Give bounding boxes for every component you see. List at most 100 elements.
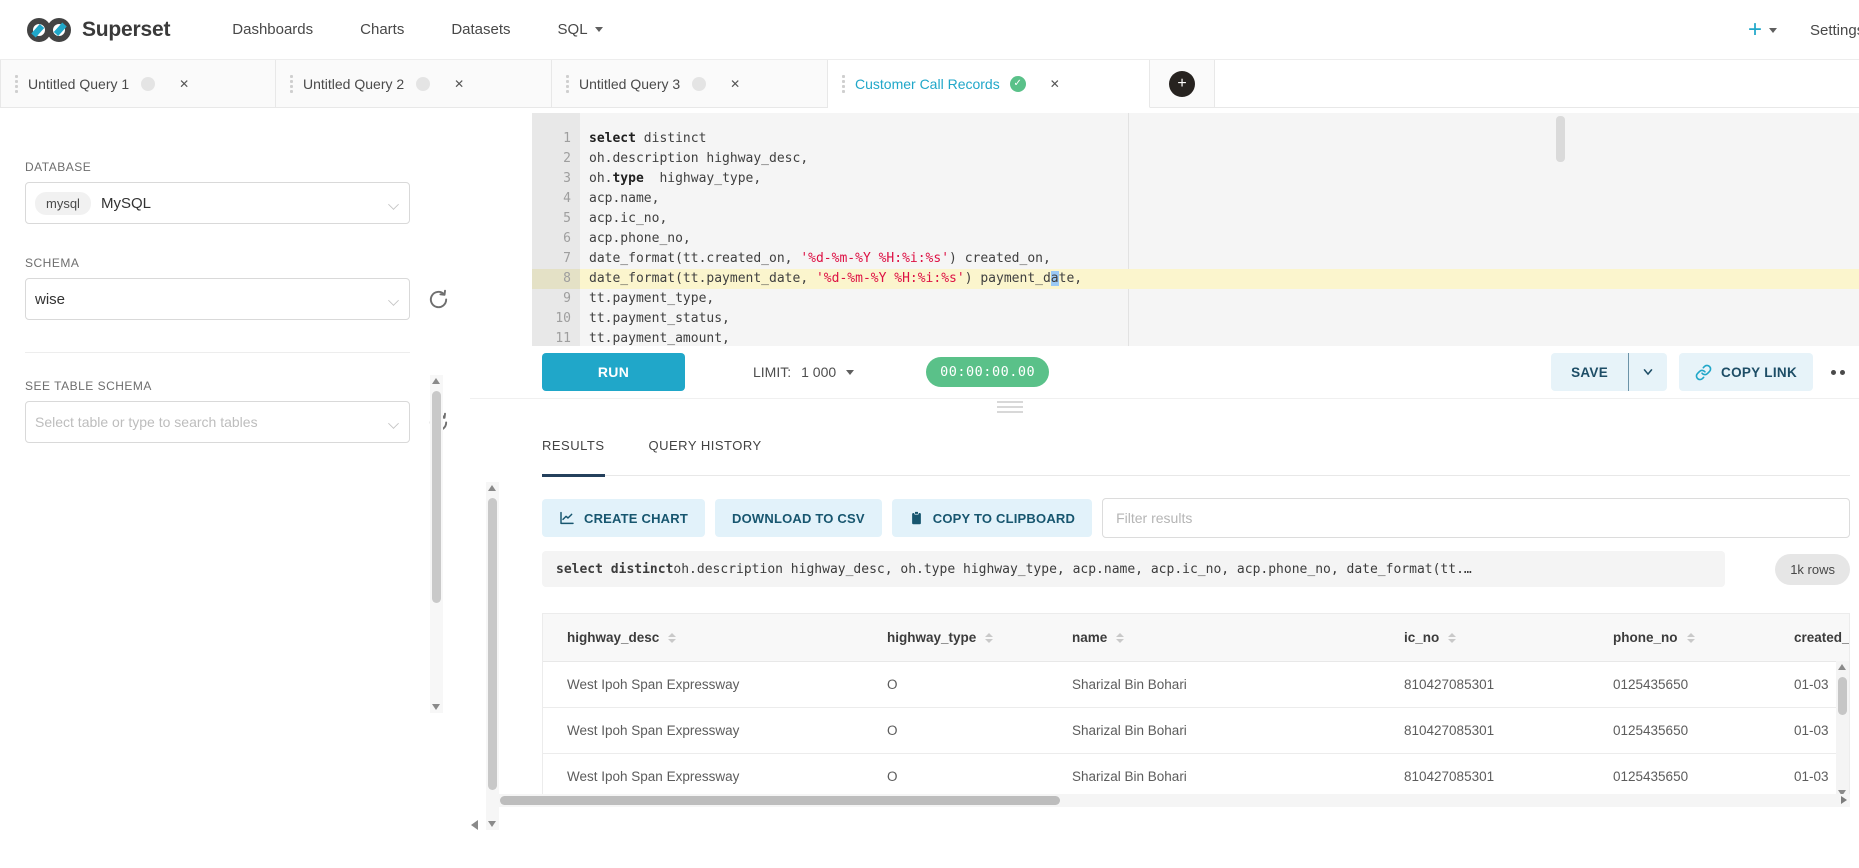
- scroll-up-icon[interactable]: [1838, 664, 1846, 670]
- scrollbar-thumb[interactable]: [1838, 677, 1847, 715]
- scrollbar-thumb[interactable]: [432, 391, 441, 603]
- plus-icon: +: [1748, 18, 1762, 42]
- create-chart-button[interactable]: CREATE CHART: [542, 499, 705, 537]
- download-csv-label: DOWNLOAD TO CSV: [732, 511, 865, 526]
- database-select[interactable]: mysql MySQL: [25, 182, 410, 224]
- code-token: tt.payment_status,: [589, 311, 730, 326]
- editor-toolbar: RUN LIMIT: 1 000 00:00:00.00 SAVE: [470, 346, 1859, 399]
- copy-clipboard-button[interactable]: COPY TO CLIPBOARD: [892, 499, 1092, 537]
- scroll-down-icon[interactable]: [488, 821, 496, 827]
- settings-menu[interactable]: Settings: [1810, 0, 1859, 60]
- copy-link-button[interactable]: COPY LINK: [1679, 353, 1813, 391]
- close-icon[interactable]: ✕: [1050, 77, 1060, 91]
- table-cell: 0125435650: [1589, 677, 1770, 692]
- query-timer: 00:00:00.00: [926, 357, 1049, 387]
- add-query-tab-button[interactable]: +: [1150, 60, 1215, 108]
- scroll-up-icon[interactable]: [488, 485, 496, 491]
- nav-item-charts[interactable]: Charts: [360, 21, 404, 38]
- sql-editor[interactable]: 1select distinct2oh.description highway_…: [532, 113, 1859, 346]
- table-header-row: highway_deschighway_type name ic_nophone_n…: [543, 614, 1849, 662]
- database-engine-badge: mysql: [35, 192, 91, 215]
- line-number: 3: [532, 169, 580, 189]
- superset-logo[interactable]: Superset: [26, 15, 170, 45]
- scrollbar-thumb[interactable]: [488, 498, 497, 790]
- nav-item-datasets[interactable]: Datasets: [451, 21, 510, 38]
- table-cell: O: [863, 769, 1048, 784]
- schema-label: SCHEMA: [25, 256, 470, 270]
- column-header-created_[interactable]: created_: [1770, 630, 1849, 645]
- editor-line-2: 2oh.description highway_desc,: [532, 149, 1859, 169]
- sort-up-icon: [1116, 633, 1124, 637]
- table-cell: 810427085301: [1380, 769, 1589, 784]
- sidebar-scrollbar[interactable]: [430, 375, 443, 713]
- query-tab-4[interactable]: Customer Call Records✓✕: [828, 60, 1150, 108]
- save-button[interactable]: SAVE: [1551, 365, 1628, 380]
- schema-select[interactable]: wise: [25, 278, 410, 320]
- refresh-schema-icon[interactable]: [427, 288, 450, 311]
- save-button-group: SAVE: [1551, 353, 1667, 391]
- close-icon[interactable]: ✕: [730, 77, 740, 91]
- status-dot-icon: [141, 77, 155, 91]
- query-tab-3[interactable]: Untitled Query 3✕: [552, 60, 828, 108]
- save-dropdown-button[interactable]: [1629, 365, 1667, 379]
- table-select[interactable]: Select table or type to search tables: [25, 401, 410, 443]
- results-horizontal-scrollbar[interactable]: [486, 794, 1850, 807]
- close-icon[interactable]: ✕: [454, 77, 464, 91]
- line-number: 11: [532, 329, 580, 346]
- code-token: oh.description highway_desc,: [589, 151, 808, 166]
- results-tab-query-history[interactable]: QUERY HISTORY: [649, 438, 762, 475]
- close-icon[interactable]: ✕: [179, 77, 189, 91]
- nav-item-dashboards[interactable]: Dashboards: [232, 21, 313, 38]
- table-cell: O: [863, 677, 1048, 692]
- drag-handle-icon: [566, 75, 569, 93]
- column-header-phone_no[interactable]: phone_no: [1589, 630, 1770, 645]
- results-pane-scrollbar[interactable]: [486, 482, 499, 830]
- results-tab-results[interactable]: RESULTS: [542, 438, 605, 477]
- code-token: date_format(tt.payment_date,: [589, 271, 816, 286]
- column-header-name[interactable]: name: [1048, 630, 1380, 645]
- check-circle-icon: ✓: [1010, 76, 1026, 92]
- editor-line-1: 1select distinct: [532, 129, 1859, 149]
- column-header-label: created_: [1794, 630, 1849, 645]
- query-tab-2[interactable]: Untitled Query 2✕: [276, 60, 552, 108]
- scroll-right-icon[interactable]: [1841, 796, 1847, 804]
- sort-down-icon: [1448, 639, 1456, 643]
- sort-icon: [985, 633, 993, 643]
- brand-name: Superset: [82, 18, 170, 42]
- download-csv-button[interactable]: DOWNLOAD TO CSV: [715, 499, 882, 537]
- column-header-highway_type[interactable]: highway_type: [863, 630, 1048, 645]
- column-header-highway_desc[interactable]: highway_desc: [543, 630, 863, 645]
- table-cell: West Ipoh Span Expressway: [543, 677, 863, 692]
- editor-line-11: 11tt.payment_amount,: [532, 329, 1859, 346]
- string-token: '%d-%m-%Y %H:%i:%s': [816, 271, 965, 286]
- column-header-ic_no[interactable]: ic_no: [1380, 630, 1589, 645]
- scroll-up-icon[interactable]: [432, 378, 440, 384]
- scroll-down-icon[interactable]: [432, 704, 440, 710]
- code-token: highway_type,: [644, 171, 761, 186]
- editor-line-7: 7date_format(tt.created_on, '%d-%m-%Y %H…: [532, 249, 1859, 269]
- sidebar-divider: [25, 352, 410, 353]
- nav-item-label: SQL: [558, 21, 588, 38]
- outer-scroll-left-icon[interactable]: [471, 820, 478, 830]
- nav-item-sql[interactable]: SQL: [558, 21, 603, 38]
- run-button[interactable]: RUN: [542, 353, 685, 391]
- sort-down-icon: [668, 639, 676, 643]
- table-select-placeholder: Select table or type to search tables: [35, 414, 258, 430]
- editor-line-3: 3oh.type highway_type,: [532, 169, 1859, 189]
- scrollbar-thumb[interactable]: [500, 796, 1060, 805]
- more-menu-icon[interactable]: [1831, 370, 1845, 375]
- limit-dropdown[interactable]: LIMIT: 1 000: [753, 364, 854, 380]
- line-number: 5: [532, 209, 580, 229]
- query-tab-1[interactable]: Untitled Query 1✕: [0, 60, 276, 108]
- filter-results-input[interactable]: [1102, 498, 1850, 538]
- table-cell: West Ipoh Span Expressway: [543, 769, 863, 784]
- column-header-label: name: [1072, 630, 1107, 645]
- table-vertical-scrollbar[interactable]: [1836, 661, 1849, 799]
- editor-scrollbar-thumb[interactable]: [1556, 116, 1565, 162]
- copy-link-label: COPY LINK: [1721, 365, 1797, 380]
- table-cell: 810427085301: [1380, 723, 1589, 738]
- editor-line-10: 10tt.payment_status,: [532, 309, 1859, 329]
- table-cell: West Ipoh Span Expressway: [543, 723, 863, 738]
- sort-icon: [1448, 633, 1456, 643]
- new-item-button[interactable]: +: [1748, 0, 1777, 60]
